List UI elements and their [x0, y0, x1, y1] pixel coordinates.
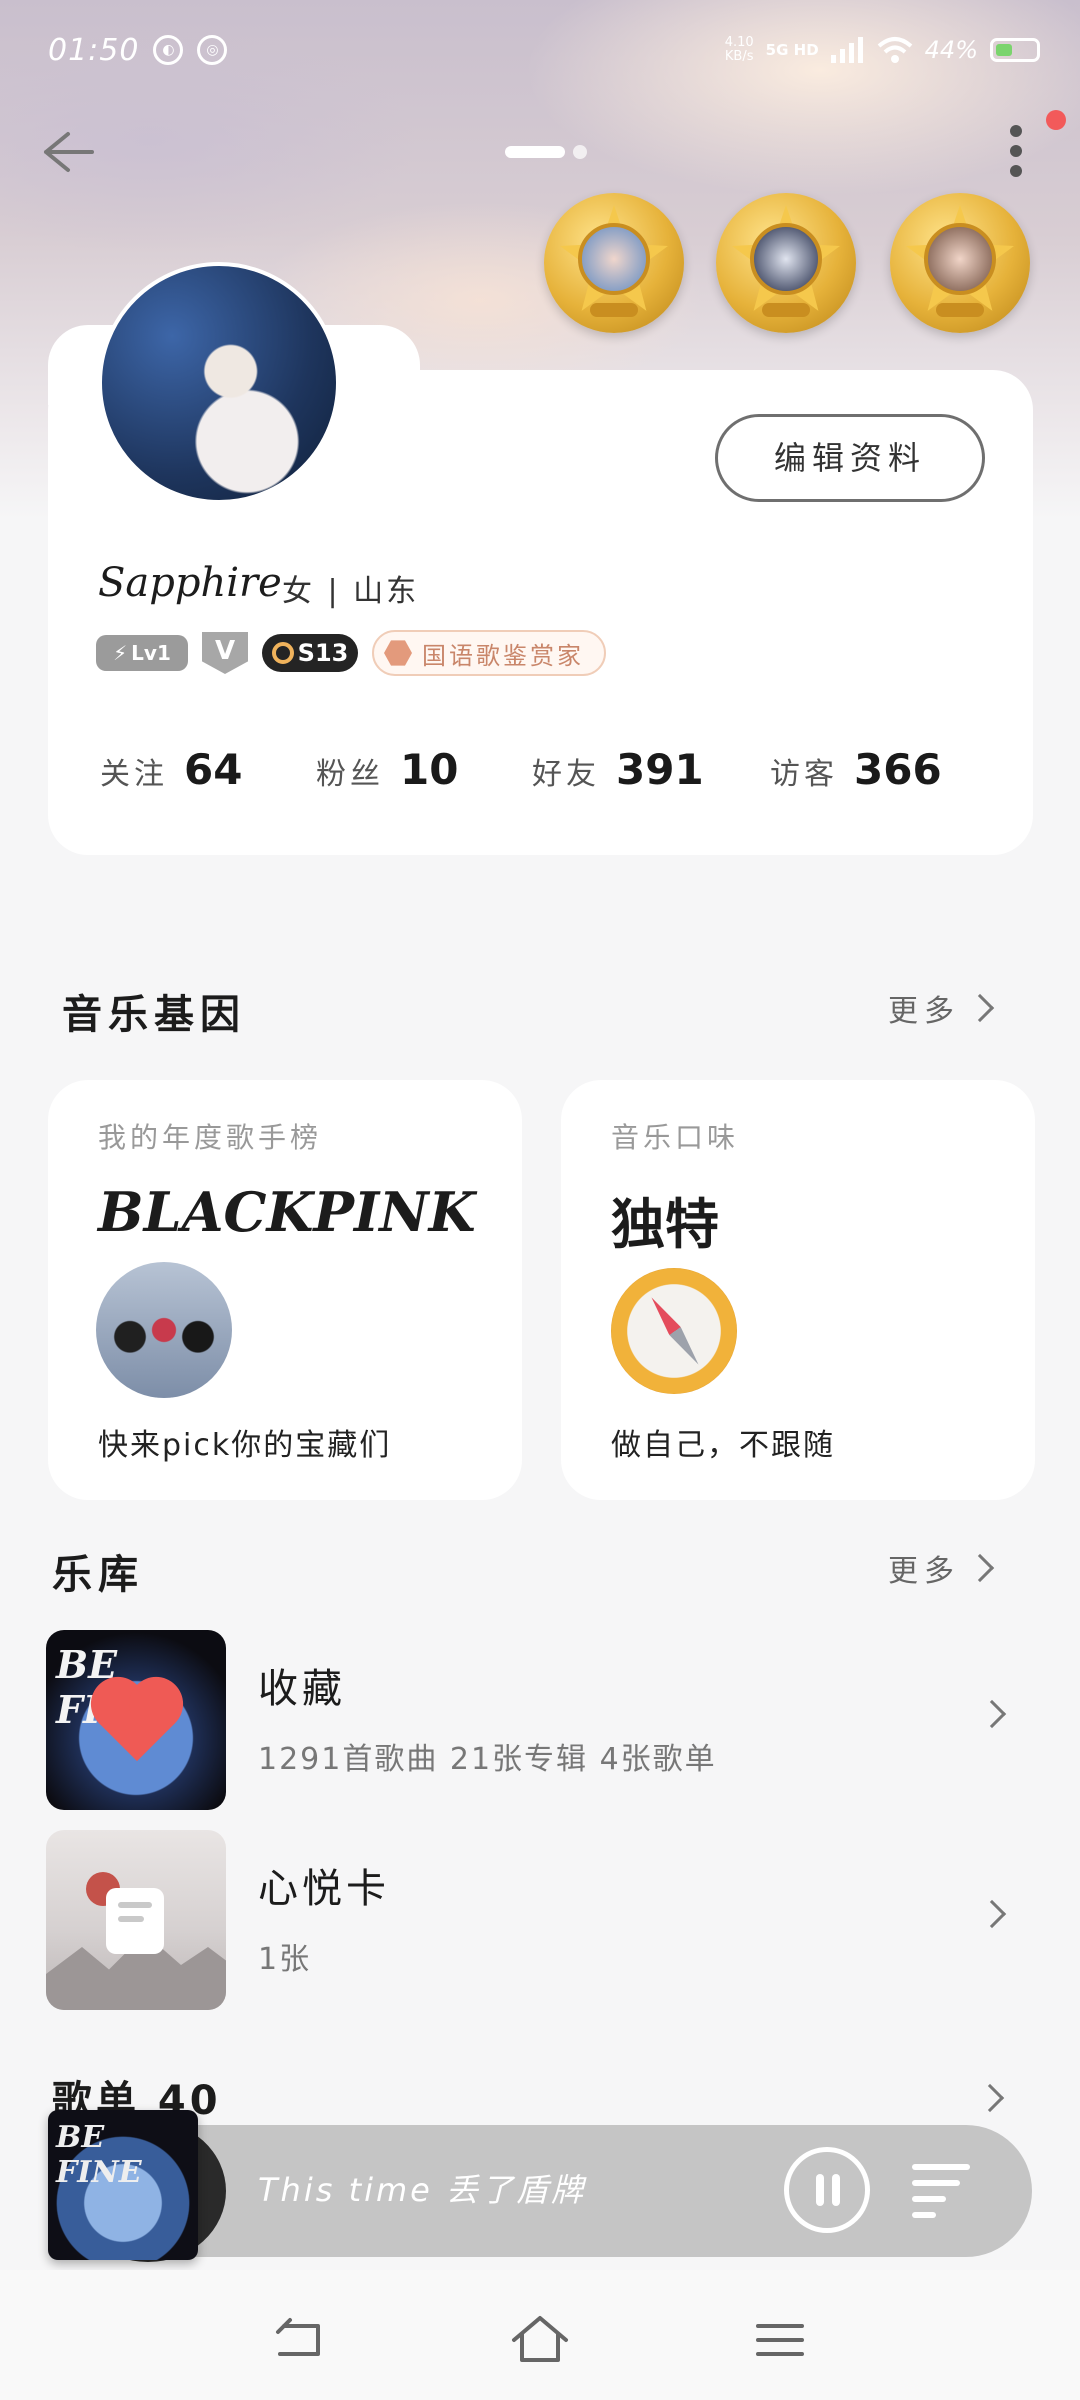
username: Sapphire [98, 560, 282, 606]
chevron-right-icon [965, 1553, 995, 1583]
notification-dot [1046, 110, 1066, 130]
more-vertical-icon[interactable] [998, 125, 1034, 185]
medal-badge-1[interactable] [544, 193, 684, 333]
music-gene-more-link[interactable]: 更多 [888, 986, 995, 1030]
nav-menu-icon[interactable] [750, 2310, 810, 2370]
user-gender-location: 女 | 山东 [282, 574, 420, 609]
level-badge[interactable]: ⚡ Lv1 [96, 635, 188, 671]
stat-fans[interactable]: 粉丝 10 [316, 745, 532, 794]
battery-percent: 44% [924, 36, 978, 64]
player-cover-art[interactable]: BE FINE [48, 2110, 198, 2260]
heart-card-cover [46, 1830, 226, 2010]
status-bar: 01:50 ◐ ◎ 4.10 KB/s 5G HD 44% [48, 28, 1040, 72]
chevron-right-icon [977, 1899, 1007, 1929]
network-type: 5G HD [765, 41, 819, 59]
pause-icon[interactable] [784, 2147, 870, 2233]
system-navigation-bar [0, 2270, 1080, 2400]
wifi-icon [877, 37, 912, 63]
profile-stats: 关注 64 粉丝 10 好友 391 访客 366 [100, 745, 1000, 794]
avatar[interactable] [98, 262, 340, 504]
now-playing-song[interactable]: This time 丢了盾牌 [258, 2165, 586, 2211]
medal-badge-2[interactable] [716, 193, 856, 333]
medal-badge-3[interactable] [890, 193, 1030, 333]
heart-icon [98, 1684, 176, 1762]
status-app-icon: ◐ [153, 35, 184, 65]
playlist-icon[interactable] [912, 2160, 982, 2220]
library-favorites[interactable]: BE FINE 收藏 1291首歌曲 21张专辑 4张歌单 [46, 1630, 1036, 1810]
chevron-right-icon [977, 1699, 1007, 1729]
lightning-icon: ⚡ [113, 641, 128, 665]
page-indicator [505, 145, 587, 159]
card-note-icon [106, 1888, 164, 1954]
nav-back-icon[interactable] [270, 2310, 330, 2370]
status-time: 01:50 [48, 32, 140, 68]
library-heart-card[interactable]: 心悦卡 1张 [46, 1830, 1036, 2010]
stat-friends[interactable]: 好友 391 [532, 745, 770, 794]
library-title: 乐库 [52, 1552, 144, 1598]
network-speed: 4.10 KB/s [724, 35, 754, 64]
music-taste-card[interactable]: 音乐口味 独特 做自己，不跟随 [561, 1080, 1035, 1500]
season-ring-icon [271, 642, 294, 664]
stat-visitors[interactable]: 访客 366 [770, 745, 1000, 794]
battery-icon [990, 38, 1040, 62]
badge-row: ⚡ Lv1 V S13 国语歌鉴赏家 [96, 630, 606, 676]
honor-badge[interactable]: 国语歌鉴赏家 [372, 630, 606, 676]
compass-icon [611, 1268, 737, 1394]
chevron-right-icon[interactable] [975, 2083, 1005, 2113]
library-more-link[interactable]: 更多 [888, 1546, 995, 1590]
stat-following[interactable]: 关注 64 [100, 745, 316, 794]
nav-home-icon[interactable] [510, 2310, 570, 2370]
season-badge[interactable]: S13 [262, 634, 358, 672]
arrow-left-icon[interactable] [34, 120, 98, 184]
edit-profile-button[interactable]: 编辑资料 [715, 414, 985, 502]
vip-badge[interactable]: V [202, 632, 248, 674]
music-gene-title: 音乐基因 [62, 992, 246, 1038]
chevron-right-icon [965, 993, 995, 1023]
hexagon-icon [384, 640, 412, 666]
artist-photo [96, 1262, 232, 1398]
annual-artist-card[interactable]: 我的年度歌手榜 BLACKPINK 快来pick你的宝藏们 [48, 1080, 522, 1500]
status-notification-icon: ◎ [197, 35, 228, 65]
favorites-cover: BE FINE [46, 1630, 226, 1810]
signal-icon [830, 37, 863, 63]
